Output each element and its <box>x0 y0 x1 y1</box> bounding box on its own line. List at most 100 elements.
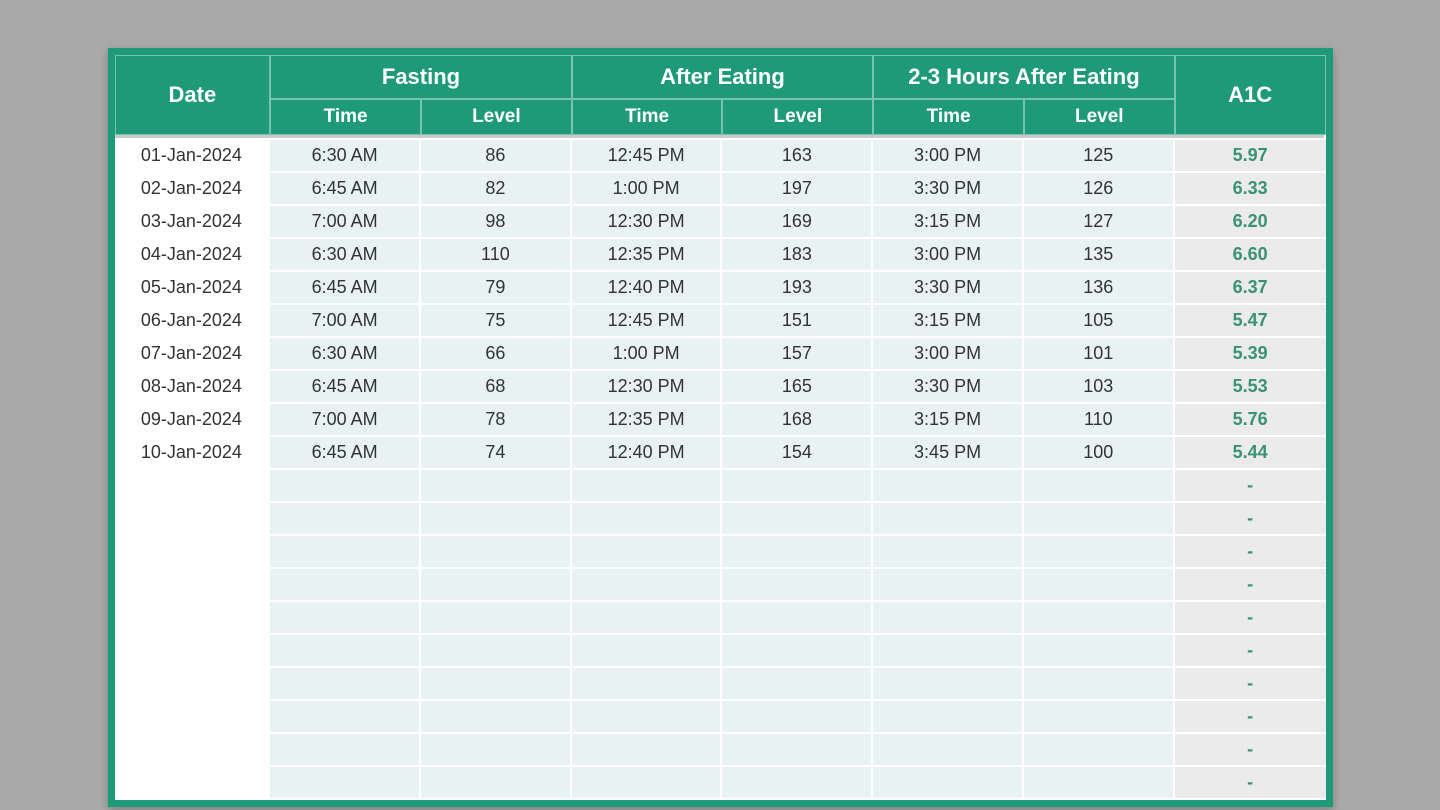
cell-post-level[interactable]: 103 <box>1024 371 1175 404</box>
cell-fasting-time-empty[interactable] <box>270 602 421 635</box>
cell-fasting-level[interactable]: 98 <box>421 206 572 239</box>
cell-post-time-empty[interactable] <box>873 734 1024 767</box>
cell-a1c-empty[interactable]: - <box>1175 602 1326 635</box>
cell-post-time[interactable]: 3:45 PM <box>873 437 1024 470</box>
cell-fasting-level[interactable]: 86 <box>421 140 572 173</box>
cell-fasting-level-empty[interactable] <box>421 503 572 536</box>
cell-after-level-empty[interactable] <box>722 602 873 635</box>
cell-post-time[interactable]: 3:30 PM <box>873 272 1024 305</box>
cell-post-level[interactable]: 101 <box>1024 338 1175 371</box>
cell-a1c-empty[interactable]: - <box>1175 701 1326 734</box>
cell-a1c[interactable]: 5.47 <box>1175 305 1326 338</box>
cell-date-empty[interactable] <box>115 668 271 701</box>
cell-post-level[interactable]: 136 <box>1024 272 1175 305</box>
cell-post-level[interactable]: 100 <box>1024 437 1175 470</box>
cell-date[interactable]: 10-Jan-2024 <box>115 437 271 470</box>
cell-post-level-empty[interactable] <box>1024 503 1175 536</box>
cell-post-time-empty[interactable] <box>873 767 1024 800</box>
cell-a1c-empty[interactable]: - <box>1175 470 1326 503</box>
cell-after-level-empty[interactable] <box>722 668 873 701</box>
cell-a1c[interactable]: 5.53 <box>1175 371 1326 404</box>
cell-post-time[interactable]: 3:00 PM <box>873 239 1024 272</box>
cell-post-time-empty[interactable] <box>873 668 1024 701</box>
cell-a1c-empty[interactable]: - <box>1175 503 1326 536</box>
cell-after-level[interactable]: 197 <box>722 173 873 206</box>
cell-date-empty[interactable] <box>115 569 271 602</box>
cell-post-level[interactable]: 125 <box>1024 140 1175 173</box>
cell-fasting-level-empty[interactable] <box>421 668 572 701</box>
cell-fasting-level[interactable]: 75 <box>421 305 572 338</box>
cell-post-time-empty[interactable] <box>873 569 1024 602</box>
cell-fasting-time[interactable]: 6:30 AM <box>270 338 421 371</box>
cell-after-time-empty[interactable] <box>572 767 723 800</box>
cell-post-level-empty[interactable] <box>1024 569 1175 602</box>
cell-a1c[interactable]: 6.33 <box>1175 173 1326 206</box>
cell-fasting-level-empty[interactable] <box>421 569 572 602</box>
cell-a1c-empty[interactable]: - <box>1175 734 1326 767</box>
cell-after-level-empty[interactable] <box>722 734 873 767</box>
cell-after-time-empty[interactable] <box>572 536 723 569</box>
cell-after-time[interactable]: 12:35 PM <box>572 404 723 437</box>
cell-after-level-empty[interactable] <box>722 767 873 800</box>
cell-post-level-empty[interactable] <box>1024 734 1175 767</box>
cell-fasting-level[interactable]: 79 <box>421 272 572 305</box>
cell-fasting-time-empty[interactable] <box>270 569 421 602</box>
cell-date[interactable]: 01-Jan-2024 <box>115 140 271 173</box>
cell-after-time-empty[interactable] <box>572 668 723 701</box>
cell-a1c-empty[interactable]: - <box>1175 569 1326 602</box>
cell-post-time-empty[interactable] <box>873 635 1024 668</box>
cell-after-time-empty[interactable] <box>572 635 723 668</box>
cell-a1c-empty[interactable]: - <box>1175 767 1326 800</box>
cell-after-time[interactable]: 1:00 PM <box>572 173 723 206</box>
cell-date[interactable]: 08-Jan-2024 <box>115 371 271 404</box>
cell-fasting-level[interactable]: 82 <box>421 173 572 206</box>
cell-fasting-level-empty[interactable] <box>421 470 572 503</box>
cell-post-level[interactable]: 127 <box>1024 206 1175 239</box>
cell-date-empty[interactable] <box>115 734 271 767</box>
cell-fasting-level-empty[interactable] <box>421 635 572 668</box>
cell-post-time[interactable]: 3:30 PM <box>873 371 1024 404</box>
cell-date-empty[interactable] <box>115 503 271 536</box>
cell-post-time-empty[interactable] <box>873 470 1024 503</box>
cell-after-level-empty[interactable] <box>722 701 873 734</box>
cell-fasting-level-empty[interactable] <box>421 767 572 800</box>
cell-a1c[interactable]: 5.44 <box>1175 437 1326 470</box>
cell-after-level[interactable]: 151 <box>722 305 873 338</box>
cell-after-level[interactable]: 169 <box>722 206 873 239</box>
cell-a1c[interactable]: 6.37 <box>1175 272 1326 305</box>
cell-after-level[interactable]: 168 <box>722 404 873 437</box>
cell-fasting-time[interactable]: 6:30 AM <box>270 140 421 173</box>
cell-after-time[interactable]: 12:40 PM <box>572 437 723 470</box>
cell-fasting-time[interactable]: 7:00 AM <box>270 305 421 338</box>
cell-date-empty[interactable] <box>115 536 271 569</box>
cell-fasting-time-empty[interactable] <box>270 767 421 800</box>
cell-post-time-empty[interactable] <box>873 503 1024 536</box>
cell-fasting-time-empty[interactable] <box>270 668 421 701</box>
cell-post-time[interactable]: 3:15 PM <box>873 404 1024 437</box>
cell-after-level-empty[interactable] <box>722 470 873 503</box>
cell-post-level-empty[interactable] <box>1024 767 1175 800</box>
cell-a1c[interactable]: 5.97 <box>1175 140 1326 173</box>
cell-after-time[interactable]: 12:45 PM <box>572 305 723 338</box>
cell-after-time[interactable]: 12:30 PM <box>572 206 723 239</box>
cell-a1c-empty[interactable]: - <box>1175 536 1326 569</box>
cell-after-level[interactable]: 157 <box>722 338 873 371</box>
cell-date-empty[interactable] <box>115 701 271 734</box>
cell-after-level[interactable]: 154 <box>722 437 873 470</box>
cell-post-time[interactable]: 3:00 PM <box>873 140 1024 173</box>
cell-after-time[interactable]: 1:00 PM <box>572 338 723 371</box>
cell-date-empty[interactable] <box>115 602 271 635</box>
cell-after-level-empty[interactable] <box>722 536 873 569</box>
cell-fasting-time-empty[interactable] <box>270 536 421 569</box>
cell-post-level-empty[interactable] <box>1024 470 1175 503</box>
cell-post-level[interactable]: 135 <box>1024 239 1175 272</box>
cell-after-level[interactable]: 183 <box>722 239 873 272</box>
cell-fasting-level-empty[interactable] <box>421 602 572 635</box>
cell-post-time[interactable]: 3:00 PM <box>873 338 1024 371</box>
cell-after-time-empty[interactable] <box>572 734 723 767</box>
cell-after-level[interactable]: 193 <box>722 272 873 305</box>
cell-after-time-empty[interactable] <box>572 602 723 635</box>
cell-post-level-empty[interactable] <box>1024 602 1175 635</box>
cell-fasting-level[interactable]: 78 <box>421 404 572 437</box>
cell-date-empty[interactable] <box>115 470 271 503</box>
